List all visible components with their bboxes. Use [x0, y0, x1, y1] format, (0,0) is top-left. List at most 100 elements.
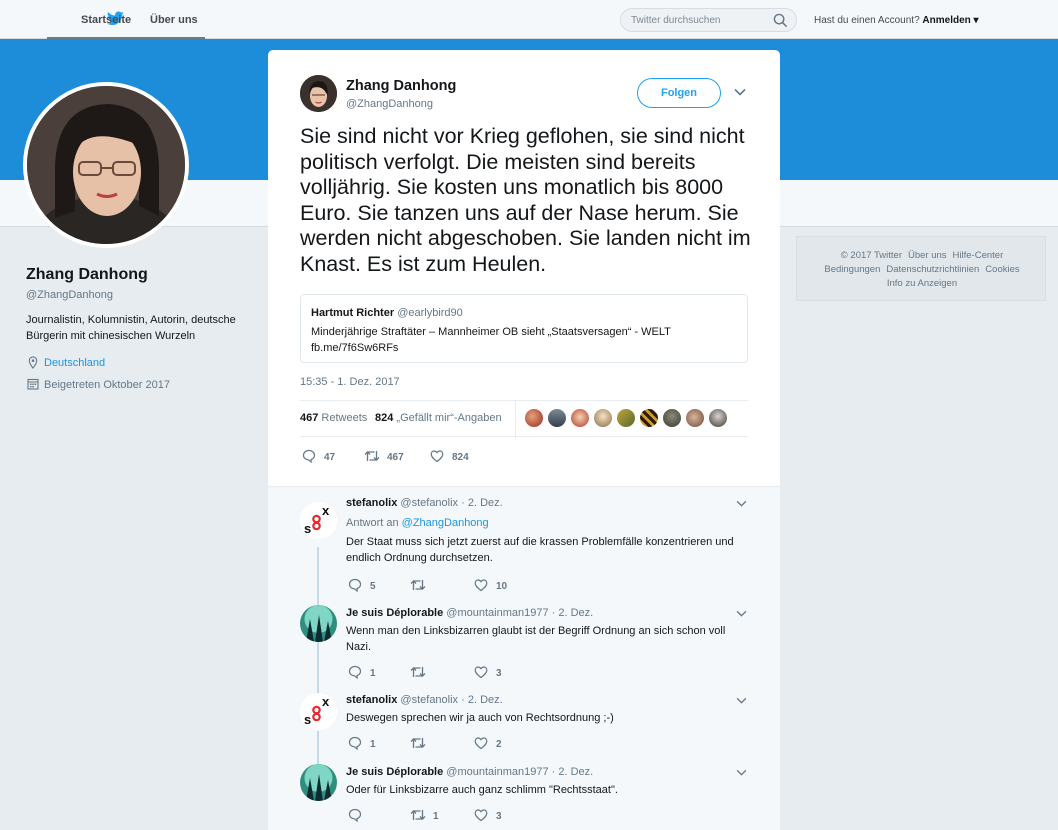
retweet-button[interactable]: 467 [364, 449, 424, 465]
liker-avatar[interactable] [524, 408, 544, 428]
quoted-tweet[interactable]: Hartmut Richter @earlybird90 Minderjähri… [300, 294, 748, 363]
svg-text:s: s [304, 712, 311, 727]
chevron-down-icon[interactable] [734, 88, 746, 96]
reply-text: Deswegen sprechen wir ja auch von Rechts… [346, 712, 614, 724]
chevron-down-icon[interactable] [736, 500, 747, 507]
liker-avatar[interactable] [708, 408, 728, 428]
footer-links: © 2017 Twitter Über uns Hilfe-Center Bedin… [796, 236, 1046, 301]
liker-avatar[interactable] [593, 408, 613, 428]
search-placeholder: Twitter durchsuchen [631, 15, 721, 26]
retweet-button[interactable] [410, 578, 450, 594]
liker-avatar[interactable] [639, 408, 659, 428]
reply-actions: 1 2 [346, 736, 646, 750]
like-icon [430, 450, 444, 463]
tweet-author-avatar[interactable] [300, 75, 337, 112]
avatar-image: s x [300, 693, 337, 730]
retweet-count: 1 [433, 811, 439, 822]
footer-row-1: © 2017 Twitter Über uns Hilfe-Center [797, 250, 1047, 261]
like-count: 10 [496, 581, 508, 592]
quoted-tweet-header: Hartmut Richter @earlybird90 [311, 307, 463, 319]
like-icon [474, 666, 488, 679]
retweet-stat[interactable]: 467 Retweets [300, 412, 367, 424]
reply-author-avatar[interactable]: s x [300, 502, 337, 539]
search-icon[interactable] [773, 13, 788, 28]
login-link[interactable]: Anmelden [922, 15, 970, 26]
reply-date[interactable]: · 2. Dez. [552, 766, 594, 778]
reply-author-name[interactable]: Je suis Déplorable [346, 766, 443, 778]
tweet-actions: 47 467 824 [300, 449, 748, 465]
reply-to-handle-link[interactable]: @ZhangDanhong [402, 517, 489, 529]
tweet-timestamp[interactable]: 15:35 - 1. Dez. 2017 [300, 376, 400, 388]
like-button[interactable]: 10 [474, 578, 514, 594]
liker-avatar[interactable] [570, 408, 590, 428]
retweet-button[interactable] [410, 665, 450, 681]
reply-author-handle[interactable]: @stefanolix [400, 694, 458, 706]
reply-author-avatar[interactable]: s x [300, 693, 337, 730]
reply-actions: 5 10 [346, 578, 646, 592]
profile-name: Zhang Danhong [26, 266, 148, 283]
nav-about-link[interactable]: Über uns [150, 14, 198, 26]
reply-button[interactable]: 1 [348, 736, 384, 752]
liker-avatar[interactable] [662, 408, 682, 428]
profile-location[interactable]: Deutschland [44, 357, 105, 369]
reply-author-name[interactable]: stefanolix [346, 497, 397, 509]
liker-avatar[interactable] [547, 408, 567, 428]
chevron-down-icon[interactable]: ▾ [971, 15, 979, 26]
reply-button[interactable]: 47 [302, 449, 342, 465]
reply-author-avatar[interactable] [300, 764, 337, 801]
reply-author-name[interactable]: Je suis Déplorable [346, 607, 443, 619]
reply-count: 5 [370, 581, 376, 592]
follow-button[interactable]: Folgen [637, 78, 721, 108]
like-button[interactable]: 3 [474, 665, 514, 681]
reply-actions: 1 3 [346, 665, 646, 679]
reply-button[interactable] [348, 808, 384, 824]
reply-icon [348, 578, 362, 592]
retweet-count: 467 [387, 452, 404, 463]
like-button[interactable]: 824 [430, 449, 490, 465]
reply-to-label: Antwort an @ZhangDanhong [346, 517, 489, 529]
nav-home-label[interactable]: Startseite [81, 14, 131, 26]
like-icon [474, 809, 488, 822]
liker-avatar[interactable] [616, 408, 636, 428]
like-count: 824 [452, 452, 469, 463]
reply-date[interactable]: · 2. Dez. [461, 694, 503, 706]
retweet-button[interactable]: 1 [410, 808, 450, 824]
retweet-icon [410, 810, 426, 820]
like-stat[interactable]: 824 „Gefällt mir“-Angaben [375, 412, 502, 424]
footer-ads-info-link[interactable]: Info zu Anzeigen [887, 278, 957, 289]
like-stat-count: 824 [375, 412, 394, 424]
like-button[interactable]: 3 [474, 808, 514, 824]
profile-handle: @ZhangDanhong [26, 289, 114, 301]
retweet-icon [364, 451, 380, 461]
chevron-down-icon[interactable] [736, 610, 747, 617]
footer-privacy-link[interactable]: Datenschutzrichtlinien [886, 264, 979, 275]
footer-help-link[interactable]: Hilfe-Center [953, 250, 1004, 261]
reply-icon [348, 736, 362, 750]
chevron-down-icon[interactable] [736, 769, 747, 776]
reply-author-avatar[interactable] [300, 605, 337, 642]
retweet-button[interactable] [410, 736, 450, 752]
reply-author-handle[interactable]: @stefanolix [400, 497, 458, 509]
reply-author-name[interactable]: stefanolix [346, 694, 397, 706]
profile-avatar[interactable] [23, 82, 189, 248]
search-input[interactable]: Twitter durchsuchen [620, 8, 797, 32]
thread-line [317, 641, 319, 693]
reply-button[interactable]: 5 [348, 578, 384, 594]
reply-button[interactable]: 1 [348, 665, 384, 681]
reply-author-handle[interactable]: @mountainman1977 [446, 766, 548, 778]
footer-cookies-link[interactable]: Cookies [985, 264, 1019, 275]
liker-avatar[interactable] [685, 408, 705, 428]
tweet-author-name[interactable]: Zhang Danhong [346, 78, 456, 94]
reply-date[interactable]: · 2. Dez. [461, 497, 503, 509]
like-button[interactable]: 2 [474, 736, 514, 752]
svg-text:x: x [322, 503, 330, 518]
avatar-image: s x [300, 502, 337, 539]
reply-date[interactable]: · 2. Dez. [552, 607, 594, 619]
reply-header: stefanolix @stefanolix · 2. Dez. [346, 694, 503, 706]
footer-terms-link[interactable]: Bedingungen [824, 264, 880, 275]
chevron-down-icon[interactable] [736, 697, 747, 704]
tweet-author-handle[interactable]: @ZhangDanhong [346, 98, 433, 110]
footer-about-link[interactable]: Über uns [908, 250, 947, 261]
reply-header: Je suis Déplorable @mountainman1977 · 2.… [346, 766, 593, 778]
reply-author-handle[interactable]: @mountainman1977 [446, 607, 548, 619]
